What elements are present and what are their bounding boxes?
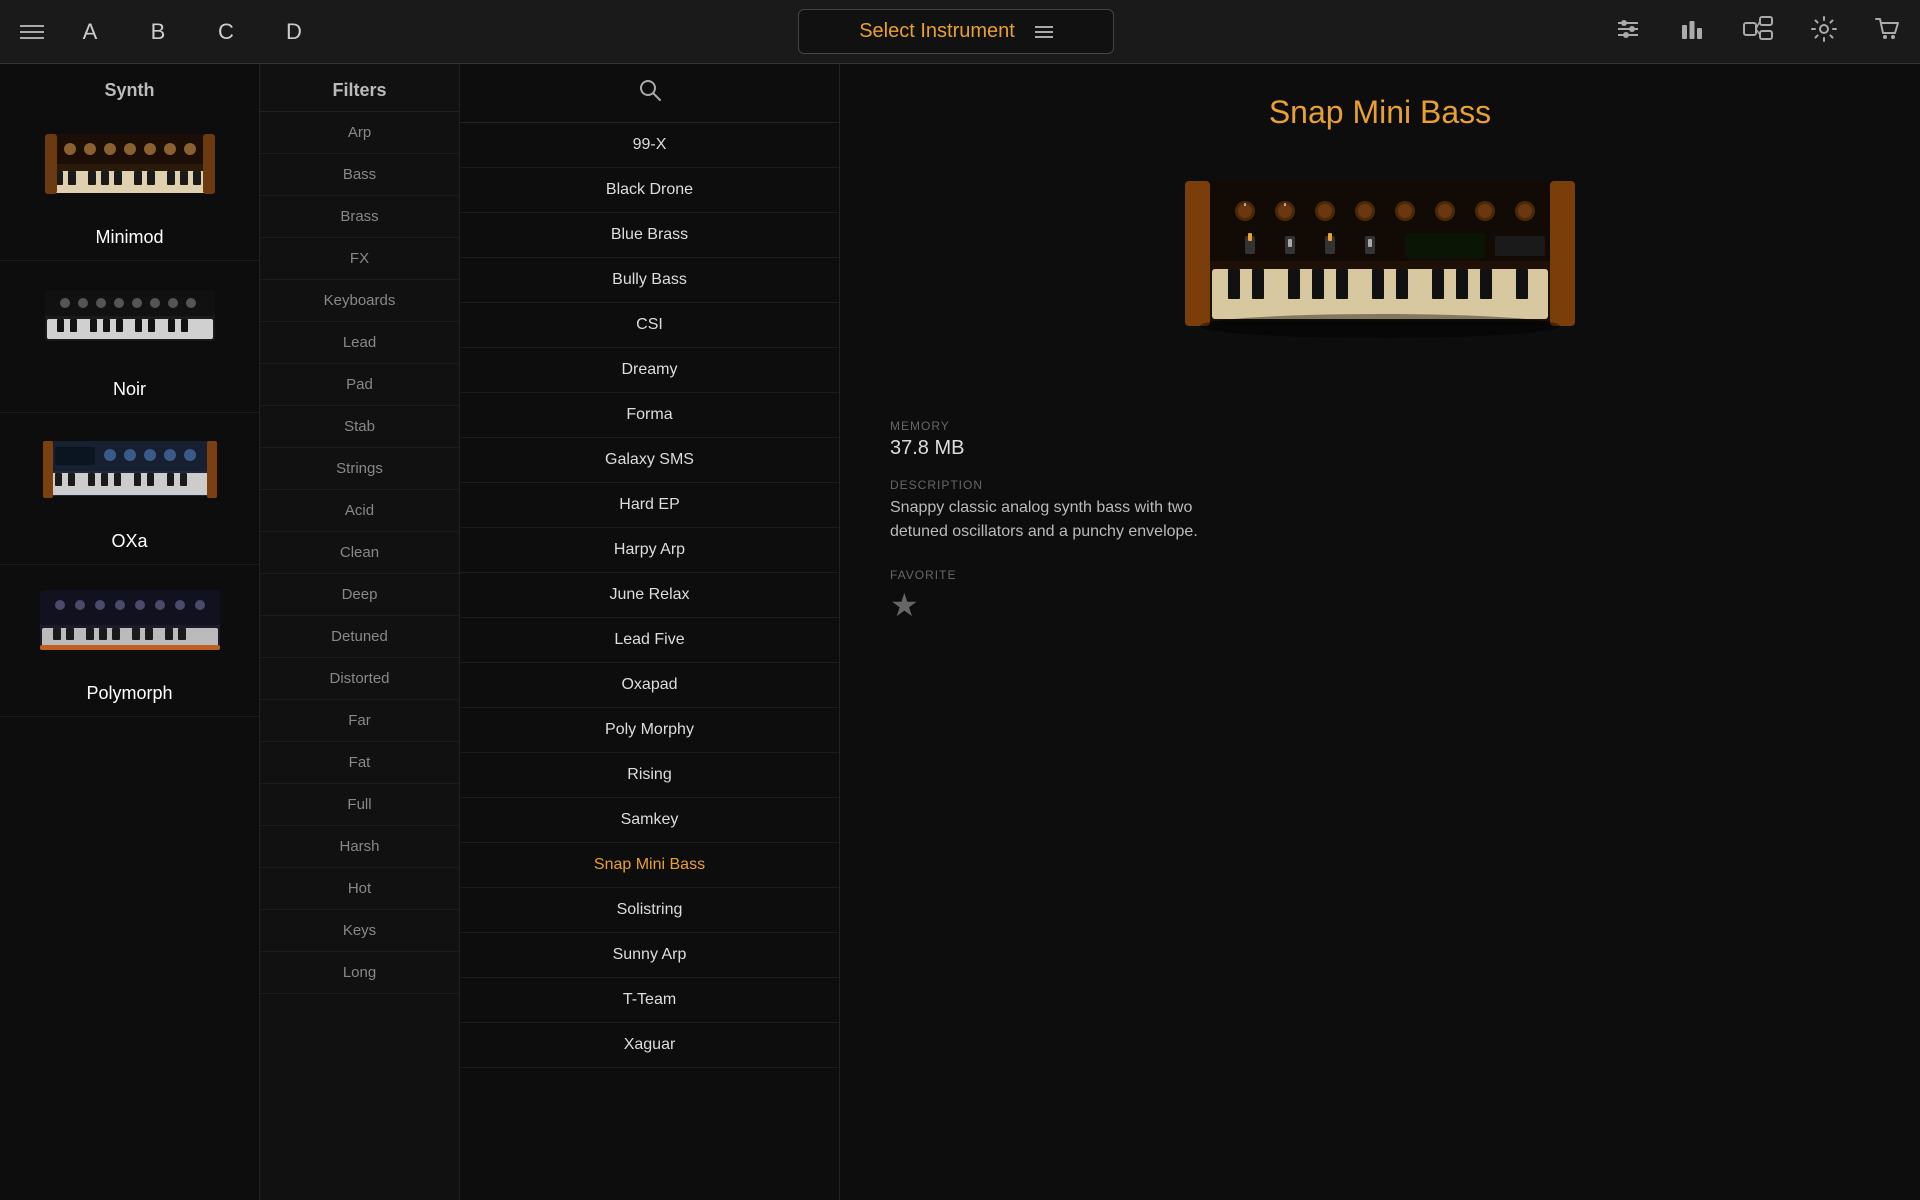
instrument-item[interactable]: Hard EP: [460, 483, 839, 528]
instrument-item[interactable]: Rising: [460, 753, 839, 798]
filter-item[interactable]: Full: [260, 784, 459, 826]
filter-item[interactable]: Distorted: [260, 658, 459, 700]
instrument-item[interactable]: Poly Morphy: [460, 708, 839, 753]
instrument-item[interactable]: Bully Bass: [460, 258, 839, 303]
main-content: Synth: [0, 64, 1920, 1200]
instrument-item[interactable]: Forma: [460, 393, 839, 438]
filter-item[interactable]: Far: [260, 700, 459, 742]
filter-item[interactable]: Hot: [260, 868, 459, 910]
detail-memory-section: MEMORY 37.8 MB: [890, 419, 964, 460]
detail-title: Snap Mini Bass: [1269, 94, 1491, 131]
instrument-item[interactable]: T-Team: [460, 978, 839, 1023]
filter-item[interactable]: Acid: [260, 490, 459, 532]
instrument-item[interactable]: Xaguar: [460, 1023, 839, 1068]
detail-memory-label: MEMORY: [890, 419, 964, 433]
search-icon[interactable]: [636, 76, 664, 110]
filter-item[interactable]: Detuned: [260, 616, 459, 658]
filter-item[interactable]: Fat: [260, 742, 459, 784]
filters-column: Filters ArpBassBrassFXKeyboardsLeadPadSt…: [260, 64, 460, 1200]
synth-sidebar-title: Synth: [0, 64, 259, 109]
nav-tab-c[interactable]: C: [196, 12, 256, 52]
detail-memory-value: 37.8 MB: [890, 437, 964, 460]
synth-name-polymorph: Polymorph: [86, 683, 172, 704]
filter-list: ArpBassBrassFXKeyboardsLeadPadStabString…: [260, 112, 459, 1200]
synth-item-noir[interactable]: Noir: [0, 261, 259, 413]
nav-tab-a[interactable]: A: [60, 12, 120, 52]
filter-item[interactable]: Keyboards: [260, 280, 459, 322]
synth-image-polymorph: [30, 577, 230, 677]
filter-item[interactable]: Brass: [260, 196, 459, 238]
detail-description-text: Snappy classic analog synth bass with tw…: [890, 496, 1250, 544]
synth-sidebar: Synth: [0, 64, 260, 1200]
instrument-item[interactable]: Blue Brass: [460, 213, 839, 258]
instrument-item[interactable]: Sunny Arp: [460, 933, 839, 978]
filter-item[interactable]: FX: [260, 238, 459, 280]
synth-item-minimod[interactable]: Minimod: [0, 109, 259, 261]
filter-item[interactable]: Harsh: [260, 826, 459, 868]
detail-favorite-label: FAVORITE: [890, 568, 956, 582]
instrument-item[interactable]: Samkey: [460, 798, 839, 843]
instrument-item[interactable]: Dreamy: [460, 348, 839, 393]
instrument-item[interactable]: Oxapad: [460, 663, 839, 708]
cart-icon[interactable]: [1868, 9, 1908, 55]
synth-image-oxa: [30, 425, 230, 525]
nav-tab-d[interactable]: D: [264, 12, 324, 52]
filter-item[interactable]: Bass: [260, 154, 459, 196]
filter-item[interactable]: Strings: [260, 448, 459, 490]
filter-item[interactable]: Arp: [260, 112, 459, 154]
instrument-item[interactable]: Harpy Arp: [460, 528, 839, 573]
instrument-item[interactable]: Solistring: [460, 888, 839, 933]
instrument-menu-icon: [1035, 26, 1053, 38]
detail-instrument-image: [1170, 151, 1590, 371]
filter-item[interactable]: Keys: [260, 910, 459, 952]
filters-title: Filters: [260, 64, 459, 112]
filter-item[interactable]: Long: [260, 952, 459, 994]
filter-item[interactable]: Lead: [260, 322, 459, 364]
filter-item[interactable]: Deep: [260, 574, 459, 616]
instrument-item[interactable]: June Relax: [460, 573, 839, 618]
filter-item[interactable]: Stab: [260, 406, 459, 448]
instrument-item[interactable]: Black Drone: [460, 168, 839, 213]
detail-description-section: DESCRIPTION Snappy classic analog synth …: [890, 478, 1250, 544]
instrument-item[interactable]: Snap Mini Bass: [460, 843, 839, 888]
filter-item[interactable]: Pad: [260, 364, 459, 406]
detail-favorite-section: FAVORITE ★: [890, 568, 956, 624]
routing-icon[interactable]: [1736, 9, 1780, 55]
select-instrument-button[interactable]: Select Instrument: [798, 9, 1114, 54]
synth-image-minimod: [30, 121, 230, 221]
select-instrument-label: Select Instrument: [859, 20, 1015, 43]
instrument-item[interactable]: CSI: [460, 303, 839, 348]
detail-panel: Snap Mini Bass: [840, 64, 1920, 1200]
top-navigation: A B C D Select Instrument: [0, 0, 1920, 64]
nav-tab-b[interactable]: B: [128, 12, 188, 52]
mixer-icon[interactable]: [1608, 9, 1648, 55]
equalizer-icon[interactable]: [1672, 9, 1712, 55]
nav-icon-group: [1608, 9, 1908, 55]
synth-item-oxa[interactable]: OXa: [0, 413, 259, 565]
favorite-star[interactable]: ★: [890, 586, 956, 624]
filter-item[interactable]: Clean: [260, 532, 459, 574]
synth-image-noir: [30, 273, 230, 373]
synth-name-minimod: Minimod: [95, 227, 163, 248]
search-row: [460, 64, 839, 123]
synth-item-polymorph[interactable]: Polymorph: [0, 565, 259, 717]
detail-description-label: DESCRIPTION: [890, 478, 1250, 492]
instrument-item[interactable]: Lead Five: [460, 618, 839, 663]
hamburger-menu[interactable]: [12, 17, 52, 47]
instrument-list: 99-XBlack DroneBlue BrassBully BassCSIDr…: [460, 123, 839, 1200]
synth-name-noir: Noir: [113, 379, 146, 400]
settings-icon[interactable]: [1804, 9, 1844, 55]
instrument-item[interactable]: Galaxy SMS: [460, 438, 839, 483]
instruments-column: 99-XBlack DroneBlue BrassBully BassCSIDr…: [460, 64, 840, 1200]
instrument-item[interactable]: 99-X: [460, 123, 839, 168]
synth-name-oxa: OXa: [111, 531, 147, 552]
